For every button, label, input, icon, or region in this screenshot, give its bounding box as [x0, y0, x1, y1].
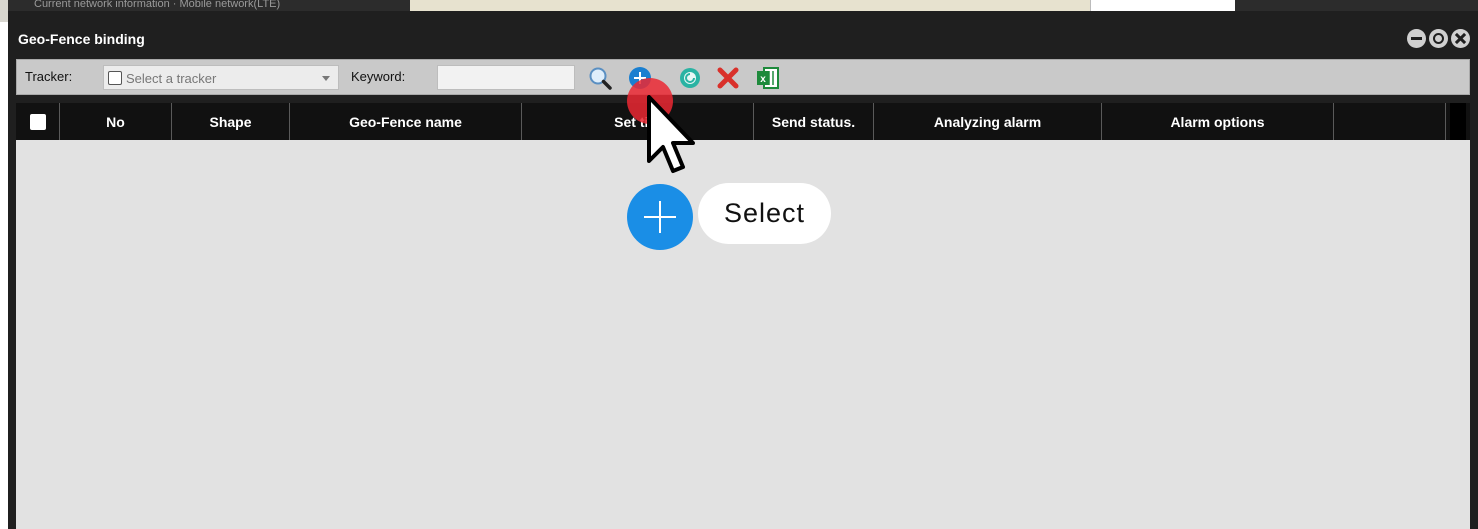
close-icon[interactable] [1451, 29, 1470, 48]
mouse-pointer-icon [647, 95, 695, 173]
column-header-extra [1334, 103, 1446, 140]
toolbar: Tracker: Select a tracker Keyword: x [16, 59, 1470, 95]
select-action-icon[interactable] [627, 184, 693, 250]
dialog-titlebar[interactable]: Geo-Fence binding [8, 24, 1470, 54]
select-action-label[interactable]: Select [698, 183, 831, 244]
select-all-column [16, 103, 60, 140]
tracker-label: Tracker: [25, 69, 73, 84]
geo-fence-binding-dialog: Geo-Fence binding Tracker: Select a trac… [8, 11, 1478, 529]
scrollbar[interactable] [1450, 103, 1466, 140]
refresh-icon[interactable] [677, 65, 703, 91]
svg-text:x: x [760, 74, 766, 85]
excel-export-icon[interactable]: x [755, 65, 781, 91]
background-tab-text: Current network information · Mobile net… [34, 0, 281, 10]
column-header-alarm-options[interactable]: Alarm options [1102, 103, 1334, 140]
restore-icon[interactable] [1429, 29, 1448, 48]
tracker-placeholder: Select a tracker [126, 71, 217, 86]
table-header: No Shape Geo-Fence name Set tim Send sta… [16, 103, 1470, 140]
delete-icon[interactable] [715, 65, 741, 91]
column-header-shape[interactable]: Shape [172, 103, 290, 140]
keyword-input[interactable] [437, 65, 575, 90]
chevron-down-icon[interactable] [322, 76, 330, 81]
column-header-analyzing-alarm[interactable]: Analyzing alarm [874, 103, 1102, 140]
column-header-send-status[interactable]: Send status. [754, 103, 874, 140]
search-icon[interactable] [587, 65, 613, 91]
keyword-label: Keyword: [351, 69, 406, 84]
window-controls [1407, 29, 1470, 48]
dialog-title: Geo-Fence binding [18, 31, 145, 47]
column-header-geofence-name[interactable]: Geo-Fence name [290, 103, 522, 140]
select-all-checkbox[interactable] [29, 113, 46, 130]
column-header-no[interactable]: No [60, 103, 172, 140]
tracker-checkbox[interactable] [108, 71, 122, 85]
minimize-icon[interactable] [1407, 29, 1426, 48]
tracker-select[interactable]: Select a tracker [103, 65, 339, 90]
